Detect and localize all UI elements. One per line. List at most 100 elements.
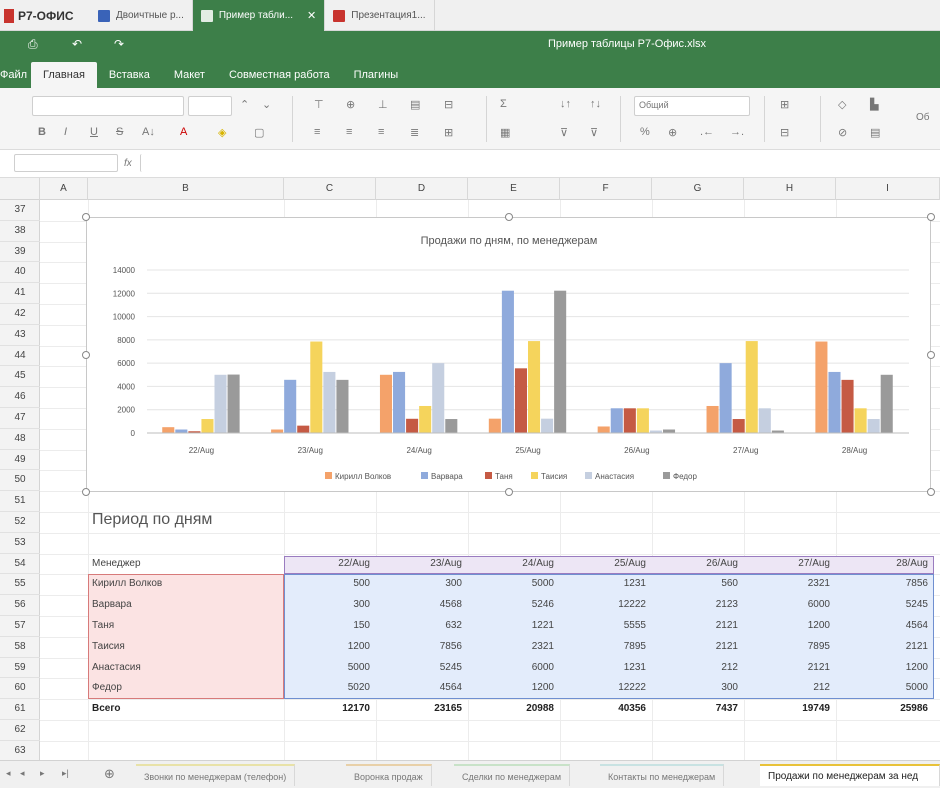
sum-icon[interactable]: Σ [500, 98, 507, 110]
table-cell[interactable]: 2321 [472, 641, 554, 652]
column-header[interactable]: B [88, 178, 284, 200]
table-cell[interactable]: 4564 [380, 682, 462, 693]
column-header[interactable]: I [836, 178, 940, 200]
table-cell[interactable]: 23/Aug [380, 558, 462, 569]
table-cell[interactable]: Кирилл Волков [92, 578, 272, 589]
row-header[interactable]: 42 [0, 304, 40, 325]
name-box[interactable] [14, 154, 118, 172]
justify-icon[interactable]: ≣ [410, 126, 419, 139]
insert-cells-icon[interactable]: ⊞ [780, 98, 789, 111]
table-cell[interactable]: 25986 [846, 703, 928, 714]
tab-plugins[interactable]: Плагины [342, 62, 411, 88]
row-header[interactable]: 51 [0, 491, 40, 512]
table-cell[interactable]: 12222 [564, 599, 646, 610]
table-cell[interactable]: 5000 [472, 578, 554, 589]
column-header[interactable]: H [744, 178, 836, 200]
table-cell[interactable]: 7856 [380, 641, 462, 652]
table-cell[interactable]: 1200 [472, 682, 554, 693]
table-cell[interactable]: 7437 [656, 703, 738, 714]
table-cell[interactable]: Анастасия [92, 662, 272, 673]
italic-icon[interactable]: I [64, 126, 67, 138]
row-header[interactable]: 46 [0, 387, 40, 408]
tab-home[interactable]: Главная [31, 62, 97, 88]
table-cell[interactable]: 20988 [472, 703, 554, 714]
table-cell[interactable]: 5246 [472, 599, 554, 610]
row-header[interactable]: 59 [0, 658, 40, 679]
resize-handle[interactable] [927, 488, 935, 496]
column-header[interactable]: G [652, 178, 744, 200]
row-header[interactable]: 58 [0, 637, 40, 658]
table-cell[interactable]: 28/Aug [846, 558, 928, 569]
resize-handle[interactable] [504, 213, 513, 221]
table-cell[interactable]: 7856 [846, 578, 928, 589]
row-header[interactable]: 52 [0, 512, 40, 533]
number-format-select[interactable]: Общий [634, 96, 750, 116]
row-header[interactable]: 56 [0, 595, 40, 616]
merge-cells-icon[interactable]: ⊞ [444, 126, 453, 139]
row-header[interactable]: 43 [0, 325, 40, 346]
table-cell[interactable]: 25/Aug [564, 558, 646, 569]
function-icon[interactable]: fx [124, 158, 132, 169]
resize-handle[interactable] [82, 350, 90, 359]
decimal-decrease-icon[interactable]: .← [700, 126, 714, 138]
table-cell[interactable]: 212 [656, 662, 738, 673]
table-cell[interactable]: 300 [380, 578, 462, 589]
table-cell[interactable]: 1200 [748, 620, 830, 631]
row-header[interactable]: 38 [0, 221, 40, 242]
row-header[interactable]: 37 [0, 200, 40, 221]
align-right-icon[interactable]: ≡ [378, 126, 384, 138]
currency-icon[interactable]: ⊕ [668, 126, 677, 139]
named-range-icon[interactable]: ▦ [500, 126, 510, 139]
align-center-icon[interactable]: ≡ [346, 126, 352, 138]
sheet-tab-contacts[interactable]: Контакты по менеджерам [600, 764, 725, 786]
row-header[interactable]: 61 [0, 699, 40, 720]
undo-icon[interactable]: ↶ [72, 37, 82, 51]
table-cell[interactable]: 6000 [472, 662, 554, 673]
table-cell[interactable]: 1200 [288, 641, 370, 652]
tab-collaboration[interactable]: Совместная работа [217, 62, 342, 88]
table-cell[interactable]: 22/Aug [288, 558, 370, 569]
table-cell[interactable]: 4564 [846, 620, 928, 631]
table-cell[interactable]: 300 [288, 599, 370, 610]
resize-handle[interactable] [82, 213, 90, 221]
tab-file[interactable]: Файл [0, 62, 31, 88]
more-styles-label[interactable]: Об [916, 112, 930, 123]
row-header[interactable]: 62 [0, 720, 40, 741]
sort-desc-icon[interactable]: ↑↓ [590, 98, 601, 110]
decimal-increase-icon[interactable]: →. [730, 126, 744, 138]
column-header[interactable]: D [376, 178, 468, 200]
table-cell[interactable]: Таисия [92, 641, 272, 652]
row-header[interactable]: 50 [0, 470, 40, 492]
doc-tab-presentation[interactable]: Презентация1... [325, 0, 435, 31]
table-cell[interactable]: 2121 [846, 641, 928, 652]
orientation-icon[interactable]: ⊟ [444, 98, 453, 111]
row-header[interactable]: 55 [0, 574, 40, 596]
row-header[interactable]: 63 [0, 741, 40, 762]
add-sheet-icon[interactable]: ⊕ [104, 766, 115, 782]
resize-handle[interactable] [82, 488, 90, 496]
column-header[interactable]: E [468, 178, 560, 200]
close-tab-icon[interactable]: ✕ [307, 9, 316, 22]
resize-handle[interactable] [504, 488, 513, 496]
table-cell[interactable]: 1231 [564, 662, 646, 673]
table-cell[interactable]: 560 [656, 578, 738, 589]
table-cell[interactable]: 2321 [748, 578, 830, 589]
table-cell[interactable]: 5555 [564, 620, 646, 631]
align-bottom-icon[interactable]: ⊥ [378, 98, 388, 111]
table-cell[interactable]: 26/Aug [656, 558, 738, 569]
increase-font-icon[interactable]: ⌃ [240, 98, 249, 111]
table-template-icon[interactable]: ▤ [870, 126, 880, 139]
align-middle-icon[interactable]: ⊕ [346, 98, 355, 111]
table-cell[interactable]: 2121 [748, 662, 830, 673]
table-cell[interactable]: Федор [92, 682, 272, 693]
decrease-font-icon[interactable]: ⌄ [262, 98, 271, 111]
table-cell[interactable]: 1200 [846, 662, 928, 673]
table-cell[interactable]: 5000 [288, 662, 370, 673]
column-header[interactable]: F [560, 178, 652, 200]
tab-layout[interactable]: Макет [162, 62, 217, 88]
fill-color-icon[interactable]: ◈ [218, 126, 226, 139]
sort-asc-icon[interactable]: ↓↑ [560, 98, 571, 110]
table-cell[interactable]: 212 [748, 682, 830, 693]
redo-icon[interactable]: ↷ [114, 37, 124, 51]
table-cell[interactable]: 1231 [564, 578, 646, 589]
